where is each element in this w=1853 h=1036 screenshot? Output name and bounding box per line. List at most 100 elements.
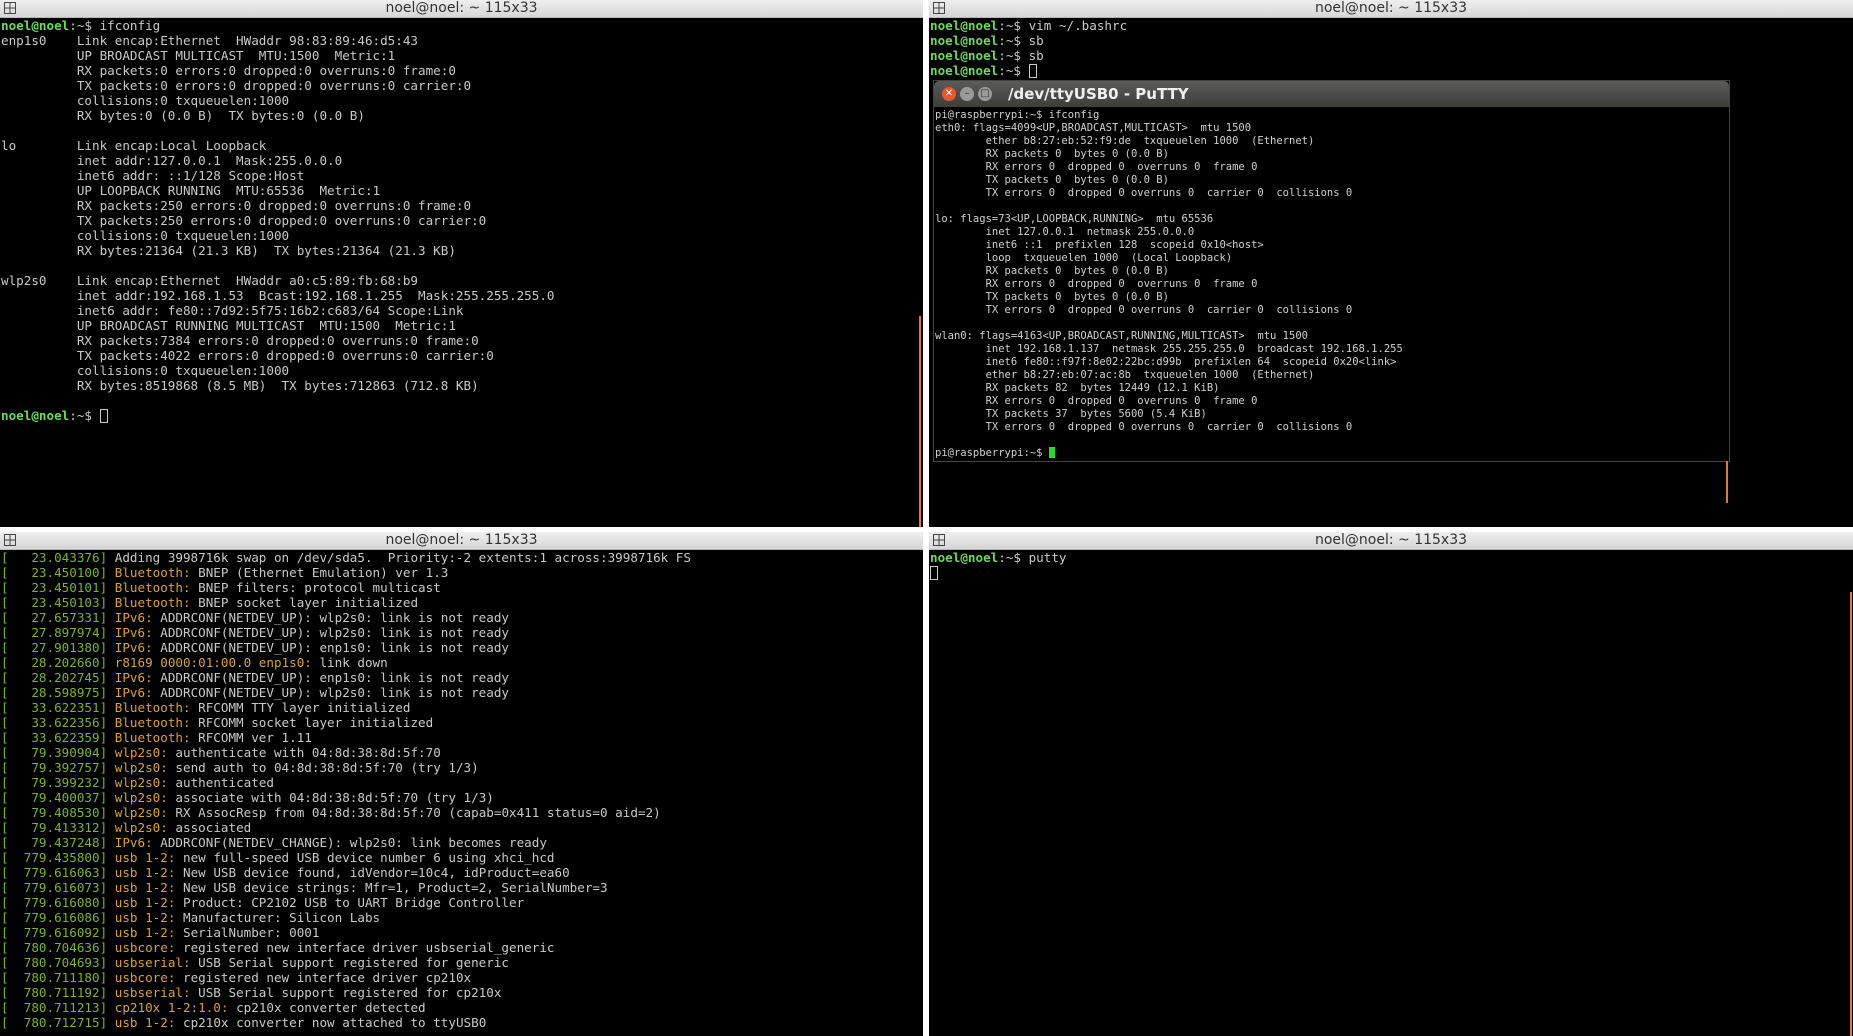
dmesg-source: cp210x 1-2:1.0: bbox=[107, 1000, 229, 1015]
output-text: TX packets:4022 errors:0 dropped:0 overr… bbox=[1, 348, 494, 363]
terminal-output[interactable]: noel@noel:~$ ifconfig enp1s0 Link encap:E… bbox=[0, 18, 923, 527]
dmesg-message: Adding 3998716k swap on /dev/sda5. Prior… bbox=[107, 550, 691, 565]
maximize-icon[interactable]: □ bbox=[978, 87, 992, 101]
dmesg-source: usb 1-2: bbox=[107, 865, 176, 880]
terminal-titlebar[interactable]: noel@noel: ~ 115x33 bbox=[0, 0, 923, 18]
output-text: RX packets:7384 errors:0 dropped:0 overr… bbox=[1, 333, 479, 348]
dmesg-line: [ 79.392757] wlp2s0: send auth to 04:8d:… bbox=[1, 760, 923, 775]
dmesg-line: [ 79.390904] wlp2s0: authenticate with 0… bbox=[1, 745, 923, 760]
dmesg-source: usb 1-2: bbox=[107, 895, 176, 910]
scrollbar[interactable] bbox=[1726, 461, 1728, 503]
dmesg-source: Bluetooth: bbox=[107, 730, 191, 745]
dmesg-message: BNEP socket layer initialized bbox=[190, 595, 419, 610]
dmesg-message: Manufacturer: Silicon Labs bbox=[175, 910, 381, 925]
dmesg-line: [ 23.450103] Bluetooth: BNEP socket laye… bbox=[1, 595, 923, 610]
output-text: inet6 addr: ::1/128 Scope:Host bbox=[1, 168, 305, 183]
prompt-path: :~$ bbox=[998, 550, 1029, 565]
dmesg-timestamp: [ 780.711192] bbox=[1, 985, 108, 1000]
terminal-titlebar[interactable]: noel@noel: ~ 115x33 bbox=[929, 0, 1853, 18]
dmesg-timestamp: [ 28.202660] bbox=[1, 655, 108, 670]
dmesg-message: BNEP filters: protocol multicast bbox=[190, 580, 441, 595]
dmesg-source: r8169 0000:01:00.0 enp1s0: bbox=[107, 655, 312, 670]
pane-divider-vertical[interactable] bbox=[923, 0, 929, 1036]
dmesg-message: link down bbox=[311, 655, 388, 670]
dmesg-timestamp: [ 780.711213] bbox=[1, 1000, 108, 1015]
terminal-titlebar[interactable]: noel@noel: ~ 115x33 bbox=[929, 532, 1853, 550]
pane-divider-horizontal[interactable] bbox=[0, 527, 1853, 532]
dmesg-message: ADDRCONF(NETDEV_UP): wlp2s0: link is not… bbox=[152, 610, 510, 625]
dmesg-line: [ 27.897974] IPv6: ADDRCONF(NETDEV_UP): … bbox=[1, 625, 923, 640]
dmesg-line: [ 79.400037] wlp2s0: associate with 04:8… bbox=[1, 790, 923, 805]
dmesg-timestamp: [ 79.400037] bbox=[1, 790, 108, 805]
terminal-line: RX packets:250 errors:0 dropped:0 overru… bbox=[1, 198, 923, 213]
close-icon[interactable]: ✕ bbox=[942, 87, 956, 101]
putty-line: ether b8:27:eb:07:ac:8b txqueuelen 1000 … bbox=[935, 369, 1315, 381]
putty-titlebar[interactable]: ✕ – □ /dev/ttyUSB0 - PuTTY bbox=[934, 81, 1729, 107]
command-text: sb bbox=[1028, 48, 1044, 63]
putty-terminal-output[interactable]: pi@raspberrypi:~$ ifconfig eth0: flags=40… bbox=[934, 109, 1729, 461]
terminal-pane-bottom-right[interactable]: noel@noel: ~ 115x33 noel@noel:~$ putty bbox=[929, 532, 1853, 1036]
putty-line: loop txqueuelen 1000 (Local Loopback) bbox=[935, 252, 1233, 264]
terminal-icon bbox=[4, 2, 16, 14]
dmesg-line: [ 33.622359] Bluetooth: RFCOMM ver 1.11 bbox=[1, 730, 923, 745]
terminal-line: noel@noel:~$ bbox=[930, 63, 1853, 78]
dmesg-message: New USB device found, idVendor=10c4, idP… bbox=[175, 865, 570, 880]
dmesg-timestamp: [ 79.392757] bbox=[1, 760, 108, 775]
putty-line: ether b8:27:eb:52:f9:de txqueuelen 1000 … bbox=[935, 135, 1315, 147]
putty-line: RX errors 0 dropped 0 overruns 0 frame 0 bbox=[935, 278, 1258, 290]
dmesg-message: cp210x converter now attached to ttyUSB0 bbox=[175, 1015, 487, 1030]
terminal-line: UP LOOPBACK RUNNING MTU:65536 Metric:1 bbox=[1, 183, 923, 198]
dmesg-source: usb 1-2: bbox=[107, 850, 176, 865]
output-text: TX packets:250 errors:0 dropped:0 overru… bbox=[1, 213, 487, 228]
terminal-line: wlp2s0 Link encap:Ethernet HWaddr a0:c5:… bbox=[1, 273, 923, 288]
putty-window[interactable]: ✕ – □ /dev/ttyUSB0 - PuTTY pi@raspberryp… bbox=[933, 80, 1730, 503]
terminal-line: noel@noel:~$ ifconfig bbox=[1, 18, 923, 33]
output-text: UP BROADCAST MULTICAST MTU:1500 Metric:1 bbox=[1, 48, 396, 63]
scrollbar[interactable] bbox=[1850, 592, 1852, 1036]
dmesg-message: RFCOMM ver 1.11 bbox=[190, 730, 312, 745]
prompt-user: noel@noel bbox=[930, 18, 999, 33]
dmesg-source: usbserial: bbox=[107, 955, 191, 970]
scrollbar[interactable] bbox=[919, 316, 921, 527]
dmesg-source: usb 1-2: bbox=[107, 910, 176, 925]
terminal-line: inet addr:127.0.0.1 Mask:255.0.0.0 bbox=[1, 153, 923, 168]
dmesg-timestamp: [ 27.901380] bbox=[1, 640, 108, 655]
prompt-path: :~$ bbox=[69, 408, 100, 423]
command-text: sb bbox=[1028, 33, 1044, 48]
terminal-line: UP BROADCAST MULTICAST MTU:1500 Metric:1 bbox=[1, 48, 923, 63]
putty-line: TX errors 0 dropped 0 overruns 0 carrier… bbox=[935, 421, 1353, 433]
terminal-output[interactable]: [ 23.043376] Adding 3998716k swap on /de… bbox=[0, 550, 923, 1036]
dmesg-source: usb 1-2: bbox=[107, 1015, 176, 1030]
dmesg-line: [ 27.657331] IPv6: ADDRCONF(NETDEV_UP): … bbox=[1, 610, 923, 625]
dmesg-line: [ 780.711180] usbcore: registered new in… bbox=[1, 970, 923, 985]
putty-line: TX packets 0 bytes 0 (0.0 B) bbox=[935, 174, 1169, 186]
dmesg-timestamp: [ 33.622359] bbox=[1, 730, 108, 745]
dmesg-message: registered new interface driver usbseria… bbox=[175, 940, 555, 955]
dmesg-line: [ 779.435800] usb 1-2: new full-speed US… bbox=[1, 850, 923, 865]
dmesg-line: [ 33.622351] Bluetooth: RFCOMM TTY layer… bbox=[1, 700, 923, 715]
terminal-line: RX bytes:0 (0.0 B) TX bytes:0 (0.0 B) bbox=[1, 108, 923, 123]
dmesg-source: IPv6: bbox=[107, 625, 153, 640]
prompt-user: noel@noel bbox=[1, 408, 70, 423]
dmesg-line: [ 780.704693] usbserial: USB Serial supp… bbox=[1, 955, 923, 970]
output-text: RX bytes:0 (0.0 B) TX bytes:0 (0.0 B) bbox=[1, 108, 365, 123]
dmesg-timestamp: [ 27.897974] bbox=[1, 625, 108, 640]
terminal-pane-bottom-left[interactable]: noel@noel: ~ 115x33 [ 23.043376] Adding … bbox=[0, 532, 923, 1036]
terminal-titlebar[interactable]: noel@noel: ~ 115x33 bbox=[0, 532, 923, 550]
terminal-output[interactable]: noel@noel:~$ putty bbox=[929, 550, 1853, 1036]
dmesg-line: [ 33.622356] Bluetooth: RFCOMM socket la… bbox=[1, 715, 923, 730]
dmesg-line: [ 79.437248] IPv6: ADDRCONF(NETDEV_CHANG… bbox=[1, 835, 923, 850]
putty-line bbox=[935, 200, 1729, 213]
putty-line: RX errors 0 dropped 0 overruns 0 frame 0 bbox=[935, 161, 1258, 173]
terminal-icon bbox=[4, 534, 16, 546]
dmesg-timestamp: [ 779.616092] bbox=[1, 925, 108, 940]
dmesg-message: associated bbox=[167, 820, 252, 835]
dmesg-line: [ 79.408530] wlp2s0: RX AssocResp from 0… bbox=[1, 805, 923, 820]
minimize-icon[interactable]: – bbox=[960, 87, 974, 101]
terminal-pane-top-left[interactable]: noel@noel: ~ 115x33 noel@noel:~$ ifconfi… bbox=[0, 0, 923, 527]
dmesg-message: USB Serial support registered for cp210x bbox=[190, 985, 502, 1000]
output-text: RX bytes:8519868 (8.5 MB) TX bytes:71286… bbox=[1, 378, 479, 393]
dmesg-message: USB Serial support registered for generi… bbox=[190, 955, 510, 970]
putty-line: pi@raspberrypi:~$ ifconfig bbox=[935, 109, 1100, 121]
